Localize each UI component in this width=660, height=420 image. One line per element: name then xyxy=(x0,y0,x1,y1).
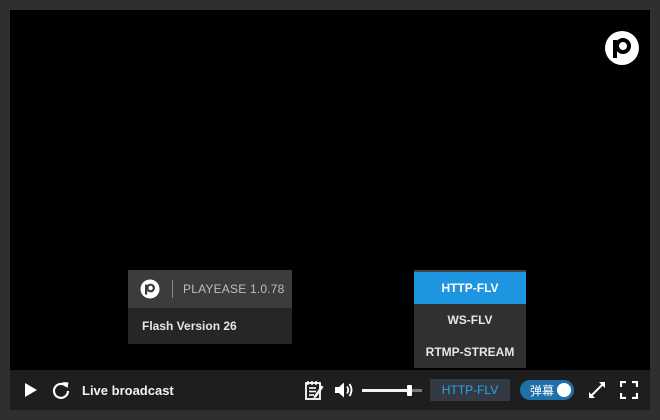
play-button[interactable] xyxy=(20,370,42,410)
volume-button[interactable] xyxy=(332,370,356,410)
reload-button[interactable] xyxy=(50,370,72,410)
volume-slider-fill xyxy=(362,389,409,392)
source-option-ws-flv[interactable]: WS-FLV xyxy=(414,304,526,336)
video-player[interactable]: PLAYEASE 1.0.78 Flash Version 26 HTTP-FL… xyxy=(10,10,650,410)
fullscreen-icon xyxy=(620,381,638,399)
source-option-http-flv[interactable]: HTTP-FLV xyxy=(414,272,526,304)
expand-arrows-icon xyxy=(589,382,605,398)
fullscreen-button[interactable] xyxy=(618,370,640,410)
reload-icon xyxy=(52,382,70,399)
quality-selector-button[interactable]: HTTP-FLV xyxy=(430,379,510,401)
danmaku-toggle[interactable]: 弹幕 xyxy=(520,380,574,400)
toggle-knob xyxy=(557,383,571,397)
volume-slider-handle[interactable] xyxy=(406,385,412,396)
control-bar: Live broadcast HTTP-FLV 弹幕 xyxy=(10,370,650,410)
play-icon xyxy=(25,383,37,397)
report-button[interactable] xyxy=(302,370,326,410)
live-broadcast-label: Live broadcast xyxy=(82,382,174,398)
version-context-menu: PLAYEASE 1.0.78 Flash Version 26 xyxy=(128,270,292,344)
volume-slider[interactable] xyxy=(362,385,422,396)
playease-logo-icon xyxy=(605,31,639,65)
source-option-rtmp-stream[interactable]: RTMP-STREAM xyxy=(414,336,526,368)
flash-version-label: Flash Version 26 xyxy=(128,308,292,344)
playease-small-logo-icon xyxy=(140,279,160,299)
header-divider xyxy=(172,280,173,298)
player-version-label: PLAYEASE 1.0.78 xyxy=(183,282,285,296)
context-menu-header[interactable]: PLAYEASE 1.0.78 xyxy=(128,270,292,308)
danmaku-toggle-label: 弹幕 xyxy=(530,383,555,398)
source-menu: HTTP-FLV WS-FLV RTMP-STREAM xyxy=(414,270,526,368)
volume-icon xyxy=(335,382,353,398)
fullpage-button[interactable] xyxy=(586,370,608,410)
report-icon xyxy=(305,381,324,400)
